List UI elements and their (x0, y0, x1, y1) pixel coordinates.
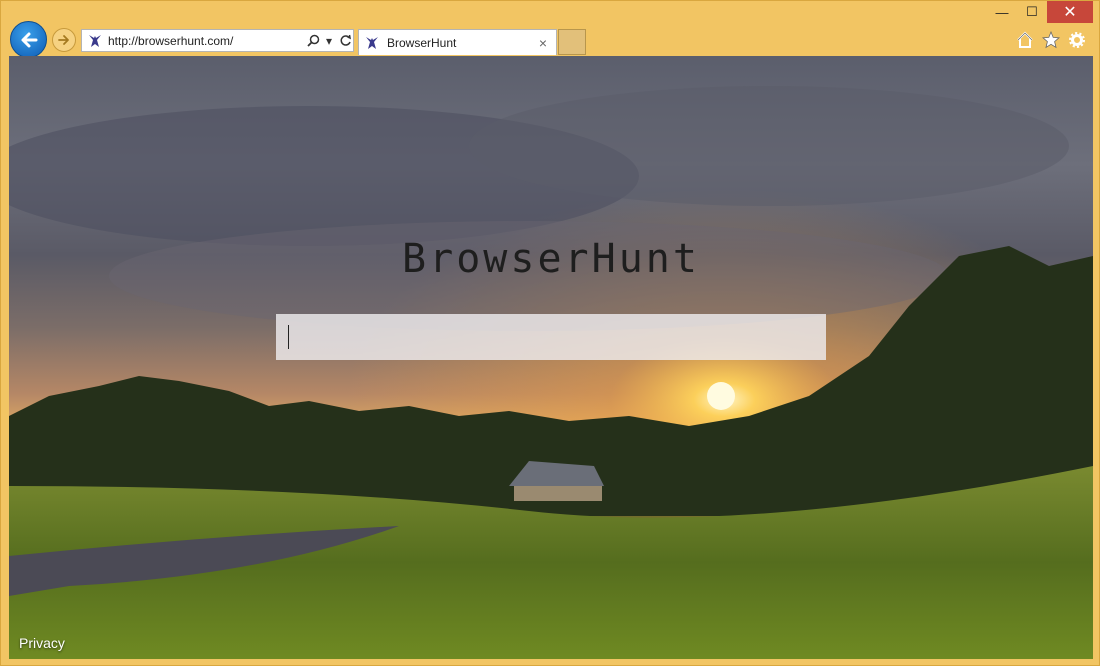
site-favicon (363, 34, 381, 52)
browser-window: — ☐ ✕ http://browserhunt.com/ ▾ BrowserH… (0, 0, 1100, 666)
site-favicon (86, 32, 104, 50)
new-tab-button[interactable] (558, 29, 586, 55)
search-input[interactable] (276, 314, 826, 360)
home-icon[interactable] (1015, 30, 1035, 50)
settings-gear-icon[interactable] (1067, 30, 1087, 50)
maximize-button[interactable]: ☐ (1017, 1, 1047, 23)
minimize-button[interactable]: — (987, 1, 1017, 23)
forward-arrow-icon (58, 35, 69, 45)
browser-commands (1015, 30, 1087, 50)
address-bar[interactable]: http://browserhunt.com/ ▾ (81, 29, 354, 52)
refresh-icon[interactable] (337, 32, 353, 50)
tab-title: BrowserHunt (387, 35, 457, 50)
brand-logo-text: BrowserHunt (402, 236, 700, 282)
back-arrow-icon (21, 32, 37, 47)
text-cursor (288, 325, 289, 349)
browser-toolbar: — ☐ ✕ http://browserhunt.com/ ▾ BrowserH… (1, 1, 1100, 58)
page-viewport: BrowserHunt Privacy (9, 56, 1093, 659)
window-controls: — ☐ ✕ (987, 1, 1093, 23)
close-window-button[interactable]: ✕ (1047, 1, 1093, 23)
close-tab-icon[interactable]: × (534, 35, 552, 51)
privacy-link[interactable]: Privacy (19, 635, 65, 651)
favorites-star-icon[interactable] (1041, 30, 1061, 50)
back-button[interactable] (10, 21, 47, 58)
url-text[interactable]: http://browserhunt.com/ (108, 34, 305, 48)
search-icon[interactable] (305, 32, 321, 50)
tab-browserhunt[interactable]: BrowserHunt × (358, 29, 557, 55)
dropdown-icon[interactable]: ▾ (321, 32, 337, 50)
forward-button[interactable] (52, 28, 76, 52)
